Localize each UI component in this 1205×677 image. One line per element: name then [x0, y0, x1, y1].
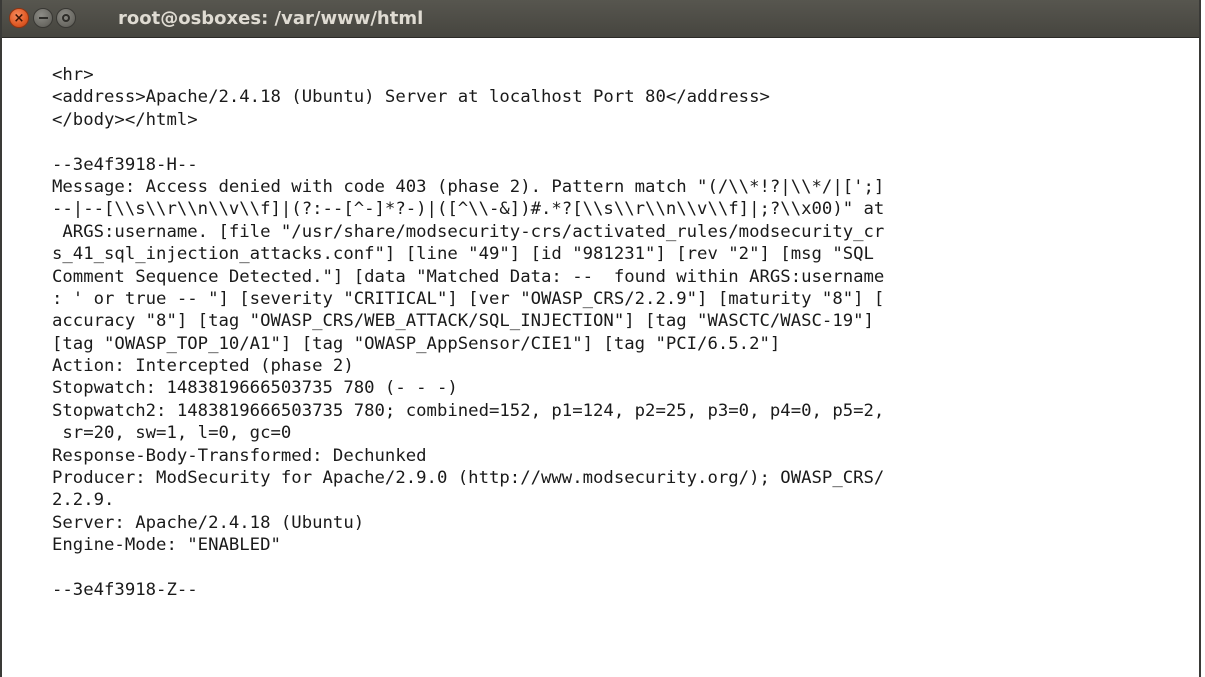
terminal-line: Stopwatch2: 1483819666503735 780; combin…	[52, 400, 885, 421]
terminal-line: 2.2.9.	[52, 490, 115, 511]
terminal-output[interactable]: <hr> <address>Apache/2.4.18 (Ubuntu) Serv…	[52, 64, 884, 601]
terminal-line: --|--[\\s\\r\\n\\v\\f]|(?:--[^-]*?-)|([^…	[52, 199, 885, 220]
terminal-line: Action: Intercepted (phase 2)	[52, 356, 354, 377]
terminal-line: : ' or true -- "] [severity "CRITICAL"] …	[52, 288, 885, 309]
terminal-line: Producer: ModSecurity for Apache/2.9.0 (…	[52, 468, 885, 489]
terminal-line: <hr>	[52, 65, 94, 85]
close-button[interactable]: ×	[9, 8, 29, 28]
terminal-area[interactable]: <hr> <address>Apache/2.4.18 (Ubuntu) Serv…	[2, 38, 1199, 677]
terminal-line: <address>Apache/2.4.18 (Ubuntu) Server a…	[52, 87, 770, 108]
terminal-window: × root@osboxes: /var/www/html <hr> <addre…	[0, 0, 1201, 677]
terminal-line: [tag "OWASP_TOP_10/A1"] [tag "OWASP_AppS…	[52, 333, 781, 354]
window-titlebar[interactable]: × root@osboxes: /var/www/html	[2, 0, 1199, 38]
terminal-line: Stopwatch: 1483819666503735 780 (- - -)	[52, 378, 458, 399]
terminal-line: --3e4f3918-Z--	[52, 579, 198, 600]
minimize-icon	[38, 17, 48, 19]
terminal-line: ARGS:username. [file "/usr/share/modsecu…	[52, 221, 885, 242]
terminal-line: --3e4f3918-H--	[52, 154, 198, 175]
terminal-line: Response-Body-Transformed: Dechunked	[52, 445, 427, 466]
terminal-line: accuracy "8"] [tag "OWASP_CRS/WEB_ATTACK…	[52, 311, 874, 332]
terminal-line: sr=20, sw=1, l=0, gc=0	[52, 423, 292, 444]
terminal-line: </body></html>	[52, 109, 198, 130]
terminal-line: s_41_sql_injection_attacks.conf"] [line …	[52, 244, 874, 265]
terminal-line: Engine-Mode: "ENABLED"	[52, 535, 281, 556]
terminal-line: Comment Sequence Detected."] [data "Matc…	[52, 266, 885, 287]
terminal-line: Message: Access denied with code 403 (ph…	[52, 176, 885, 197]
window-title: root@osboxes: /var/www/html	[118, 8, 424, 29]
close-icon: ×	[13, 10, 25, 26]
maximize-icon	[62, 14, 70, 22]
minimize-button[interactable]	[33, 8, 53, 28]
maximize-button[interactable]	[56, 8, 76, 28]
terminal-line: Server: Apache/2.4.18 (Ubuntu)	[52, 512, 365, 533]
